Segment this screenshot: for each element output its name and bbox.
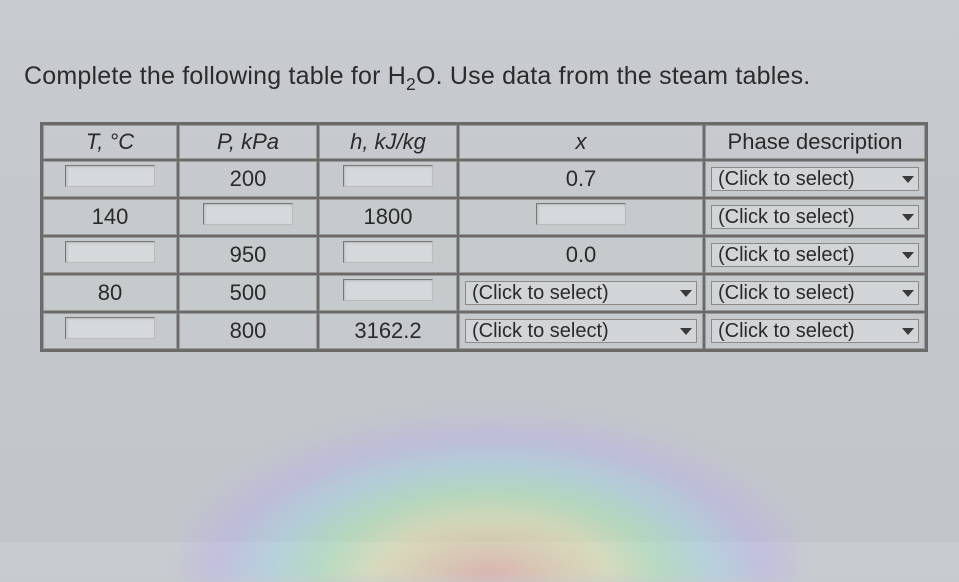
header-phase: Phase description — [728, 129, 903, 154]
x-input[interactable] — [536, 203, 626, 225]
phase-select[interactable]: (Click to select) — [711, 167, 919, 191]
phase-select-label: (Click to select) — [718, 320, 855, 343]
T-value: 80 — [98, 280, 122, 305]
table-row: 950 0.0 (Click to select) — [42, 236, 926, 274]
properties-table: T, °C P, kPa h, kJ/kg x Phase descriptio… — [40, 122, 928, 352]
chevron-down-icon — [680, 290, 692, 297]
table-header-row: T, °C P, kPa h, kJ/kg x Phase descriptio… — [42, 124, 926, 160]
P-value: 950 — [230, 242, 267, 267]
header-h: h, kJ/kg — [350, 129, 426, 154]
h-value: 3162.2 — [354, 318, 421, 343]
table-row: 800 3162.2 (Click to select) (Click to s… — [42, 312, 926, 350]
h-input[interactable] — [343, 241, 433, 263]
chevron-down-icon — [902, 176, 914, 183]
prompt-text-post: O. Use data from the steam tables. — [416, 62, 810, 90]
chevron-down-icon — [902, 252, 914, 259]
x-select[interactable]: (Click to select) — [465, 281, 697, 305]
chevron-down-icon — [902, 290, 914, 297]
header-T: T, °C — [86, 129, 134, 154]
chevron-down-icon — [680, 328, 692, 335]
question-prompt: Complete the following table for H2O. Us… — [24, 62, 810, 95]
T-input[interactable] — [65, 241, 155, 263]
chevron-down-icon — [902, 328, 914, 335]
prompt-text-pre: Complete the following table for H — [24, 62, 406, 90]
x-select-label: (Click to select) — [472, 320, 609, 343]
x-value: 0.7 — [566, 166, 597, 191]
T-value: 140 — [92, 204, 129, 229]
P-value: 200 — [230, 166, 267, 191]
h-value: 1800 — [364, 204, 413, 229]
phase-select[interactable]: (Click to select) — [711, 281, 919, 305]
phase-select[interactable]: (Click to select) — [711, 319, 919, 343]
P-value: 500 — [230, 280, 267, 305]
header-x: x — [576, 129, 587, 154]
phase-select-label: (Click to select) — [718, 168, 855, 191]
x-select-label: (Click to select) — [472, 282, 609, 305]
T-input[interactable] — [65, 165, 155, 187]
P-value: 800 — [230, 318, 267, 343]
h-input[interactable] — [343, 165, 433, 187]
prompt-subscript: 2 — [406, 74, 416, 94]
x-select[interactable]: (Click to select) — [465, 319, 697, 343]
P-input[interactable] — [203, 203, 293, 225]
T-input[interactable] — [65, 317, 155, 339]
table-row: 200 0.7 (Click to select) — [42, 160, 926, 198]
x-value: 0.0 — [566, 242, 597, 267]
phase-select-label: (Click to select) — [718, 244, 855, 267]
phase-select-label: (Click to select) — [718, 206, 855, 229]
h-input[interactable] — [343, 279, 433, 301]
chevron-down-icon — [902, 214, 914, 221]
table-row: 80 500 (Click to select) (Click to selec… — [42, 274, 926, 312]
phase-select[interactable]: (Click to select) — [711, 205, 919, 229]
header-P: P, kPa — [217, 129, 279, 154]
phase-select[interactable]: (Click to select) — [711, 243, 919, 267]
phase-select-label: (Click to select) — [718, 282, 855, 305]
table-row: 140 1800 (Click to select) — [42, 198, 926, 236]
